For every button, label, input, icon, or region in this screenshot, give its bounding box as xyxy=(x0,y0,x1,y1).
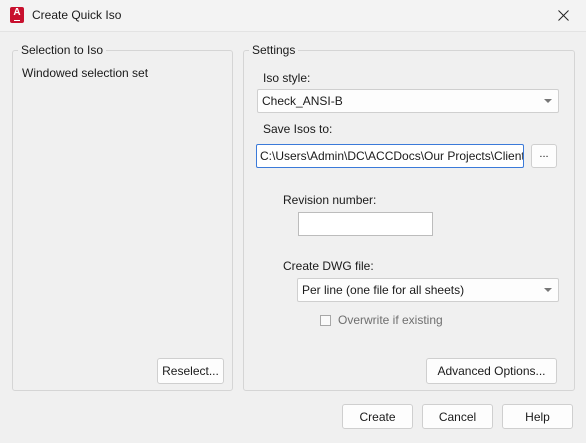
browse-label: ... xyxy=(539,148,549,160)
close-icon xyxy=(557,10,569,21)
selection-group: Selection to Iso xyxy=(12,43,233,391)
save-path-value: C:\Users\Admin\DC\ACCDocs\Our Projects\C… xyxy=(260,149,524,163)
save-path-input[interactable]: C:\Users\Admin\DC\ACCDocs\Our Projects\C… xyxy=(256,144,524,168)
advanced-options-button[interactable]: Advanced Options... xyxy=(426,358,557,384)
window-title: Create Quick Iso xyxy=(32,8,122,22)
iso-style-value: Check_ANSI-B xyxy=(262,94,343,108)
cancel-button[interactable]: Cancel xyxy=(422,404,493,429)
autocad-app-icon: A xyxy=(10,7,24,23)
title-bar: A Create Quick Iso xyxy=(0,0,586,32)
save-isos-label: Save Isos to: xyxy=(263,122,333,136)
chevron-down-icon xyxy=(544,288,552,292)
create-label: Create xyxy=(359,409,396,424)
reselect-label: Reselect... xyxy=(162,364,219,378)
create-dwg-select[interactable]: Per line (one file for all sheets) xyxy=(297,278,559,302)
create-button[interactable]: Create xyxy=(342,404,413,429)
revision-input[interactable] xyxy=(298,212,433,236)
cancel-label: Cancel xyxy=(438,409,477,424)
overwrite-label: Overwrite if existing xyxy=(338,313,443,327)
selection-group-label: Selection to Iso xyxy=(18,43,107,57)
iso-style-select[interactable]: Check_ANSI-B xyxy=(257,89,559,113)
create-dwg-value: Per line (one file for all sheets) xyxy=(302,283,465,297)
chevron-down-icon xyxy=(544,99,552,103)
overwrite-checkbox[interactable] xyxy=(320,315,331,326)
help-button[interactable]: Help xyxy=(502,404,573,429)
browse-button[interactable]: ... xyxy=(531,144,557,168)
reselect-button[interactable]: Reselect... xyxy=(157,358,224,384)
close-button[interactable] xyxy=(540,0,586,31)
revision-label: Revision number: xyxy=(283,193,377,207)
app-icon-letter: A xyxy=(13,7,21,18)
settings-group-label: Settings xyxy=(249,43,299,57)
iso-style-label: Iso style: xyxy=(263,71,311,85)
selection-value: Windowed selection set xyxy=(22,66,149,80)
advanced-options-label: Advanced Options... xyxy=(437,364,546,378)
create-dwg-label: Create DWG file: xyxy=(283,259,374,273)
help-label: Help xyxy=(525,409,550,424)
